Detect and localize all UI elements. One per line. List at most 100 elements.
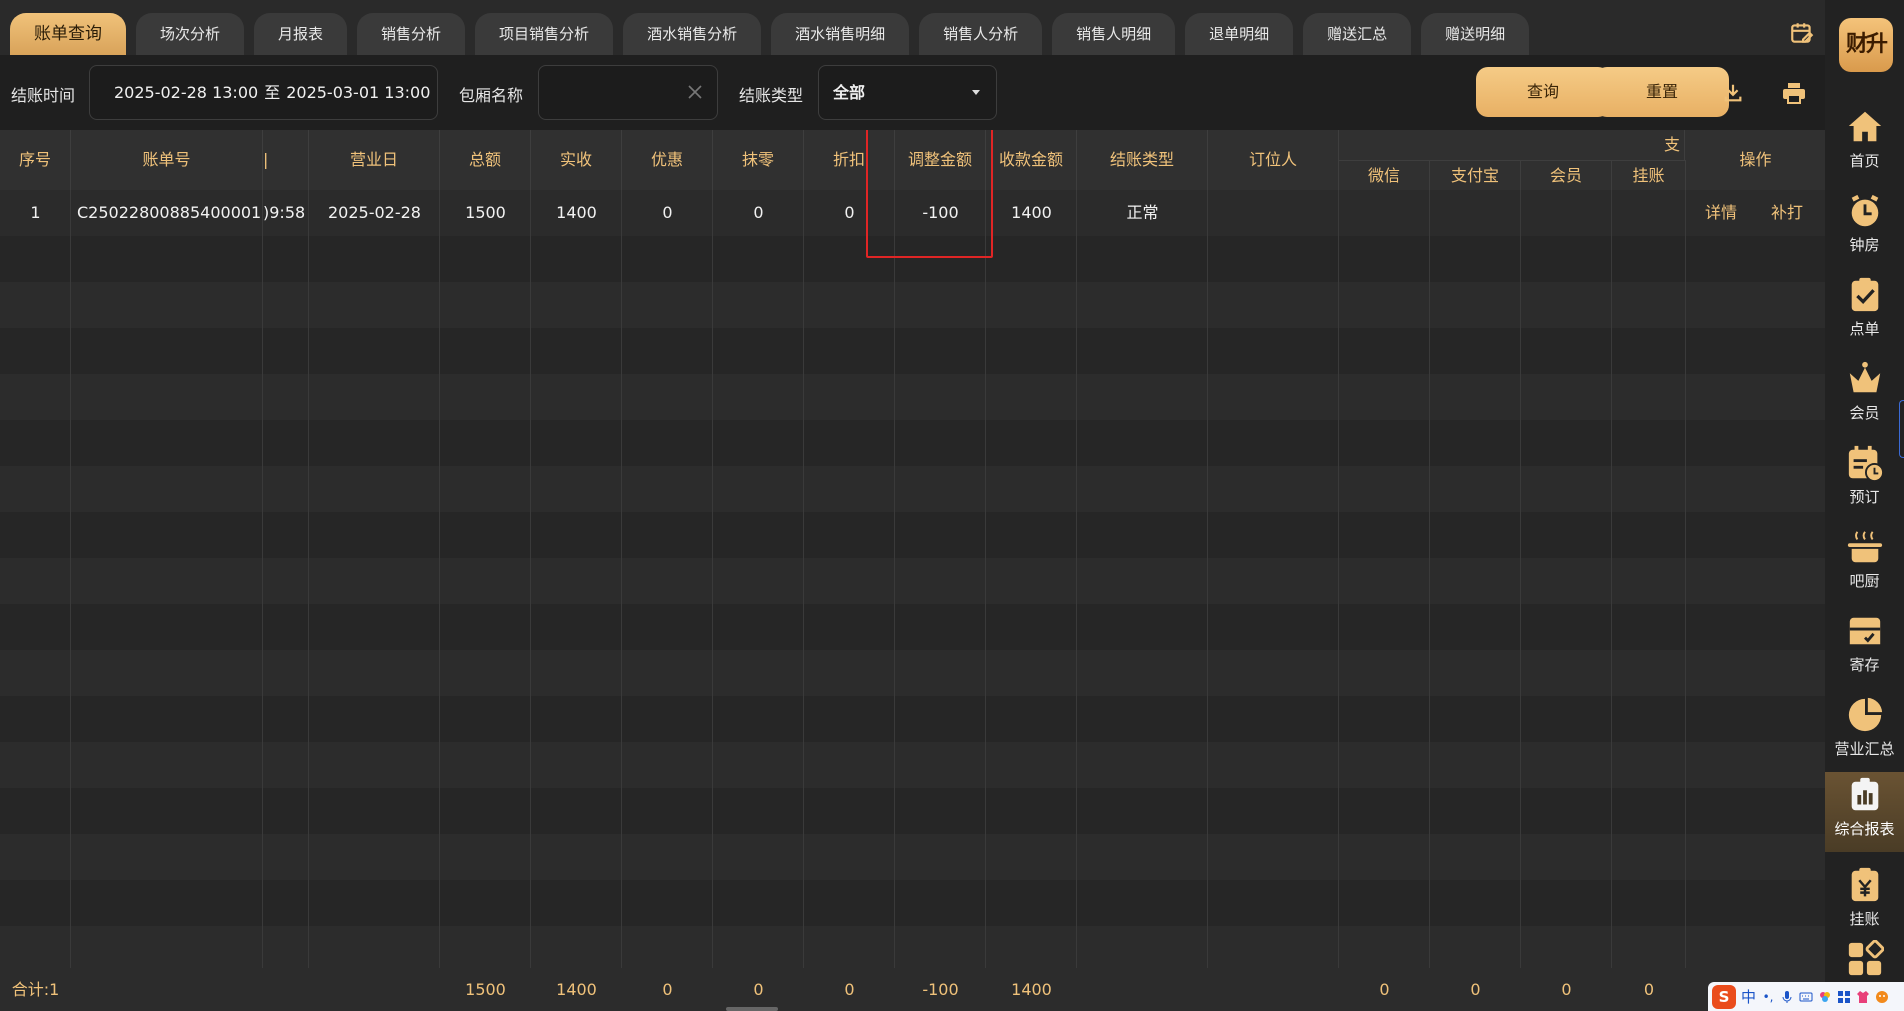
empty-row xyxy=(0,880,1825,926)
main-sidebar: 财升 首页 钟房 点单 会员 预订 吧厨 寄存 营业汇总 综合报表 挂账 xyxy=(1825,0,1904,1011)
column-divider xyxy=(621,130,622,968)
header-seq: 序号 xyxy=(0,130,71,190)
cell-paid: 1400 xyxy=(556,203,597,222)
header-credit: 挂账 xyxy=(1612,160,1686,190)
header-operations: 操作 xyxy=(1739,150,1772,169)
column-divider xyxy=(894,130,895,968)
table-body xyxy=(0,190,1825,968)
tab-gift-summary[interactable]: 赠送汇总 xyxy=(1303,13,1412,55)
home-icon xyxy=(1848,111,1882,142)
tab-bill-query[interactable]: 账单查询 xyxy=(10,13,126,55)
footer-paid: 1400 xyxy=(556,980,597,999)
pie-chart-icon xyxy=(1848,697,1883,732)
sidebar-item-order[interactable]: 点单 xyxy=(1825,272,1904,352)
empty-row xyxy=(0,926,1825,968)
ime-language-toggle[interactable]: 中 xyxy=(1741,986,1756,1007)
sidebar-item-clock-room[interactable]: 钟房 xyxy=(1825,188,1904,268)
header-rebate: 折扣 xyxy=(804,130,895,190)
empty-row xyxy=(0,834,1825,880)
bill-table: 序号 账单号 | 营业日 总额 实收 优惠 抹零 折扣 调整金额 收款金额 结账… xyxy=(0,130,1825,968)
tab-session-analysis[interactable]: 场次分析 xyxy=(136,13,245,55)
cell-rebate: 0 xyxy=(844,203,855,222)
footer-alipay: 0 xyxy=(1470,980,1481,999)
footer-total: 1500 xyxy=(465,980,506,999)
toolbox-icon[interactable] xyxy=(1837,990,1851,1004)
tab-salesperson-detail[interactable]: 销售人明细 xyxy=(1052,13,1176,55)
keyboard-icon[interactable] xyxy=(1799,990,1813,1004)
empty-row xyxy=(0,650,1825,696)
report-tab-bar: 账单查询 场次分析 月报表 销售分析 项目销售分析 酒水销售分析 酒水销售明细 … xyxy=(0,0,1825,55)
printer-icon[interactable] xyxy=(1782,82,1806,104)
footer-count: 合计:1 xyxy=(11,980,60,999)
sidebar-item-more[interactable]: 更多 xyxy=(1825,936,1904,982)
room-name-field xyxy=(538,65,718,120)
detail-link[interactable]: 详情 xyxy=(1690,190,1752,236)
cell-bill-no: C25022800885400001 xyxy=(77,203,262,222)
yen-clipboard-icon xyxy=(1851,867,1879,902)
download-icon[interactable] xyxy=(1722,82,1744,104)
sidebar-item-label: 挂账 xyxy=(1849,910,1880,928)
footer-member: 0 xyxy=(1561,980,1572,999)
room-name-input[interactable] xyxy=(539,66,679,119)
sidebar-item-credit[interactable]: 挂账 xyxy=(1825,862,1904,942)
date-from: 2025-02-28 13:00 xyxy=(114,83,259,102)
column-divider xyxy=(1685,130,1686,968)
tab-drink-sales-detail[interactable]: 酒水销售明细 xyxy=(771,13,910,55)
checkout-type-select[interactable]: 全部 xyxy=(818,65,997,120)
empty-row xyxy=(0,742,1825,788)
header-total: 总额 xyxy=(440,130,531,190)
date-range-picker[interactable]: 2025-02-28 13:00 至 2025-03-01 13:00 xyxy=(89,65,438,120)
empty-row xyxy=(0,282,1825,328)
header-paid: 实收 xyxy=(531,130,622,190)
report-icon xyxy=(1851,777,1879,811)
tab-sales-analysis[interactable]: 销售分析 xyxy=(357,13,466,55)
reset-button[interactable]: 重置 xyxy=(1595,67,1729,117)
empty-row xyxy=(0,236,1825,282)
tab-monthly-report[interactable]: 月报表 xyxy=(254,13,348,55)
microphone-icon[interactable] xyxy=(1780,990,1794,1004)
sidebar-item-home[interactable]: 首页 xyxy=(1825,104,1904,184)
footer-rebate: 0 xyxy=(844,980,855,999)
date-to: 2025-03-01 13:00 xyxy=(286,83,431,102)
empty-row xyxy=(0,558,1825,604)
sidebar-item-business-summary[interactable]: 营业汇总 xyxy=(1825,692,1904,772)
skin-icon[interactable] xyxy=(1818,990,1832,1004)
empty-row xyxy=(0,512,1825,558)
sidebar-item-member[interactable]: 会员 xyxy=(1825,356,1904,436)
tab-gift-detail[interactable]: 赠送明细 xyxy=(1421,13,1530,55)
reprint-link[interactable]: 补打 xyxy=(1756,190,1818,236)
column-divider xyxy=(308,130,309,968)
calendar-edit-icon[interactable] xyxy=(1789,20,1815,46)
ime-logo[interactable]: S xyxy=(1712,984,1736,1009)
sidebar-item-reports[interactable]: 综合报表 xyxy=(1825,772,1904,852)
column-divider xyxy=(1076,130,1077,968)
header-member: 会员 xyxy=(1521,160,1612,190)
tab-drink-sales-analysis[interactable]: 酒水销售分析 xyxy=(623,13,762,55)
empty-row xyxy=(0,328,1825,374)
header-payment-group: 支 xyxy=(1339,130,1685,160)
sidebar-item-label: 首页 xyxy=(1849,152,1880,170)
clear-icon[interactable] xyxy=(687,84,703,100)
sidebar-item-bar-kitchen[interactable]: 吧厨 xyxy=(1825,524,1904,604)
calendar-clock-icon xyxy=(1848,445,1884,482)
cell-received-amount: 1400 xyxy=(1011,203,1052,222)
tab-item-sales-analysis[interactable]: 项目销售分析 xyxy=(475,13,614,55)
tab-salesperson-analysis[interactable]: 销售人分析 xyxy=(919,13,1043,55)
header-adjust-amount: 调整金额 xyxy=(895,130,986,190)
column-divider xyxy=(1611,130,1612,968)
header-alipay: 支付宝 xyxy=(1430,160,1521,190)
horizontal-scrollbar[interactable] xyxy=(726,1007,778,1011)
shirt-icon[interactable] xyxy=(1856,990,1870,1004)
tab-refund-detail[interactable]: 退单明细 xyxy=(1185,13,1294,55)
mascot-icon[interactable] xyxy=(1875,990,1889,1004)
footer-received-amount: 1400 xyxy=(1011,980,1052,999)
sidebar-item-reservation[interactable]: 预订 xyxy=(1825,440,1904,520)
storage-box-icon xyxy=(1849,617,1881,645)
floating-edge-handle[interactable] xyxy=(1899,400,1904,458)
cell-business-day: 2025-02-28 xyxy=(328,203,421,222)
punctuation-icon[interactable]: •, xyxy=(1761,990,1775,1004)
crown-icon xyxy=(1849,361,1881,393)
sidebar-item-storage[interactable]: 寄存 xyxy=(1825,608,1904,688)
ime-toolbar[interactable]: S 中 •, xyxy=(1708,982,1904,1011)
query-button[interactable]: 查询 xyxy=(1476,67,1610,117)
